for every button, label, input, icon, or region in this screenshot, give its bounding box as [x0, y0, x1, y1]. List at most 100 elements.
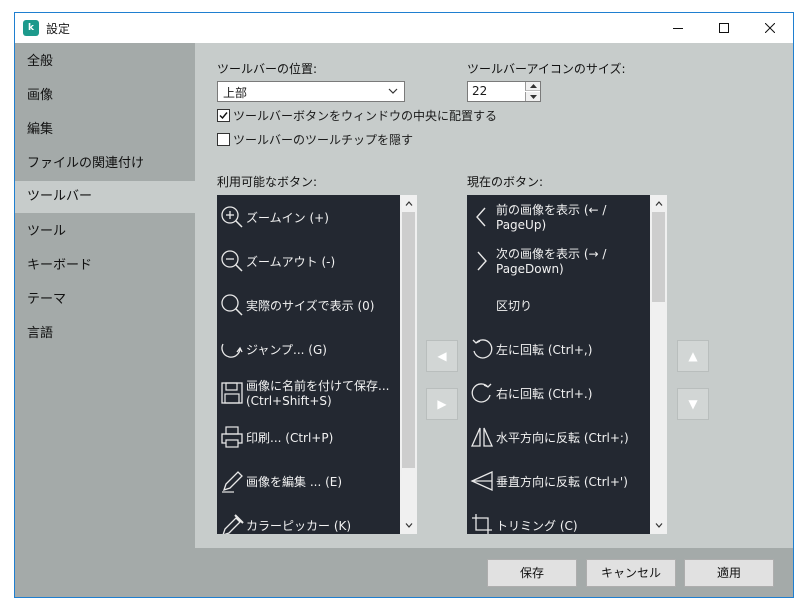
maximize-button[interactable]: [701, 13, 747, 43]
list-item-label: トリミング (C): [496, 518, 578, 533]
checkmark-icon: [219, 112, 228, 120]
cancel-button[interactable]: キャンセル: [586, 559, 676, 587]
jump-icon: [221, 343, 243, 358]
toolbar-position-label: ツールバーの位置:: [217, 62, 318, 76]
toolbar-settings-panel: ツールバーの位置: 上部 ツールバーアイコンのサイズ: 22 ツールバーボタンを…: [195, 43, 793, 548]
sidebar-item-file-associations[interactable]: ファイルの関連付け: [15, 149, 195, 179]
hide-tooltips-option[interactable]: ツールバーのツールチップを隠す: [217, 131, 417, 147]
sidebar-item-keyboard[interactable]: キーボード: [15, 251, 195, 281]
list-item[interactable]: 画像を編集 ... (E): [217, 460, 399, 504]
list-item-label: 水平方向に反転 (Ctrl+;): [496, 430, 629, 445]
list-item[interactable]: 前の画像を表示 (← / PageUp): [467, 196, 649, 240]
save-button[interactable]: 保存: [487, 559, 577, 587]
rotate-left-icon: [472, 339, 493, 359]
icon-size-value: 22: [472, 84, 488, 98]
toolbar-position-select[interactable]: 上部: [217, 81, 405, 102]
sidebar-item-edit[interactable]: 編集: [15, 115, 195, 145]
scroll-down-icon: [405, 523, 412, 528]
list-item[interactable]: トリミング (C): [467, 504, 649, 534]
scroll-up-button[interactable]: [650, 195, 667, 212]
available-buttons-list[interactable]: ズームイン (+) ズームアウト (-) 実際のサイズで表示 (0) ジャンプ.…: [217, 195, 417, 534]
current-list-scrollbar[interactable]: [650, 195, 667, 534]
icon-size-label: ツールバーアイコンのサイズ:: [467, 62, 626, 76]
separator-icon: [470, 292, 494, 318]
crop-icon: [472, 514, 492, 534]
arrow-right-icon: ▶: [437, 397, 447, 411]
available-buttons-label: 利用可能なボタン:: [217, 175, 318, 189]
scroll-up-button[interactable]: [400, 195, 417, 212]
spin-up-button[interactable]: [525, 82, 540, 91]
list-item[interactable]: 垂直方向に反転 (Ctrl+'): [467, 460, 649, 504]
print-icon: [221, 426, 243, 448]
hide-tooltips-label: ツールバーのツールチップを隠す: [233, 133, 414, 147]
next-image-icon: [477, 251, 487, 271]
current-buttons-list[interactable]: 前の画像を表示 (← / PageUp) 次の画像を表示 (→ / PageDo…: [467, 195, 667, 534]
zoom-out-icon: [221, 250, 243, 272]
apply-button[interactable]: 適用: [684, 559, 774, 587]
list-item[interactable]: 次の画像を表示 (→ / PageDown): [467, 240, 649, 284]
close-button[interactable]: [747, 13, 793, 43]
sidebar-item-tools[interactable]: ツール: [15, 217, 195, 247]
sidebar-item-general[interactable]: 全般: [15, 47, 195, 77]
icon-size-spinner[interactable]: 22: [467, 81, 541, 102]
toolbar-position-value: 上部: [223, 86, 248, 100]
zoom-in-icon: [221, 206, 243, 228]
list-item[interactable]: 印刷... (Ctrl+P): [217, 416, 399, 460]
sidebar-item-toolbar[interactable]: ツールバー: [15, 181, 195, 213]
list-item-label: 画像に名前を付けて保存... (Ctrl+Shift+S): [246, 379, 390, 408]
list-item-label: 左に回転 (Ctrl+,): [496, 342, 593, 357]
list-item[interactable]: 実際のサイズで表示 (0): [217, 284, 399, 328]
list-item-label: ジャンプ... (G): [246, 342, 327, 357]
move-up-button[interactable]: ▲: [677, 340, 709, 372]
list-item-label: 印刷... (Ctrl+P): [246, 430, 334, 445]
edit-image-icon: [222, 471, 243, 493]
list-item-label: 前の画像を表示 (← / PageUp): [496, 203, 607, 232]
list-item[interactable]: ズームイン (+): [217, 196, 399, 240]
settings-window: k 設定 全般 画像 編集 ファイルの関連付け ツールバー ツール キーボード …: [14, 12, 794, 598]
list-item[interactable]: 左に回転 (Ctrl+,): [467, 328, 649, 372]
arrow-left-icon: ◀: [437, 349, 447, 363]
list-item[interactable]: ジャンプ... (G): [217, 328, 399, 372]
scroll-thumb[interactable]: [402, 212, 415, 468]
rotate-right-icon: [471, 383, 492, 403]
minimize-button[interactable]: [655, 13, 701, 43]
available-list-scrollbar[interactable]: [400, 195, 417, 534]
scroll-down-icon: [655, 523, 662, 528]
list-item[interactable]: 水平方向に反転 (Ctrl+;): [467, 416, 649, 460]
list-item[interactable]: 画像に名前を付けて保存... (Ctrl+Shift+S): [217, 372, 399, 416]
save-as-icon: [221, 382, 243, 404]
add-button[interactable]: ▶: [426, 388, 458, 420]
maximize-icon: [719, 23, 729, 33]
spin-down-icon: [529, 94, 537, 99]
spin-up-icon: [529, 84, 537, 88]
move-down-button[interactable]: ▼: [677, 388, 709, 420]
scroll-down-button[interactable]: [400, 517, 417, 534]
scroll-down-button[interactable]: [650, 517, 667, 534]
center-buttons-option[interactable]: ツールバーボタンをウィンドウの中央に配置する: [217, 107, 497, 123]
list-item[interactable]: カラーピッカー (K): [217, 504, 399, 534]
remove-button[interactable]: ◀: [426, 340, 458, 372]
sidebar-item-language[interactable]: 言語: [15, 319, 195, 349]
current-buttons-label: 現在のボタン:: [467, 175, 544, 189]
scroll-thumb[interactable]: [652, 212, 665, 302]
previous-image-icon: [476, 207, 486, 227]
color-picker-icon: [222, 514, 244, 534]
list-item[interactable]: 右に回転 (Ctrl+.): [467, 372, 649, 416]
flip-vertical-icon: [470, 470, 493, 492]
actual-size-icon: [221, 294, 243, 316]
list-item-label: 右に回転 (Ctrl+.): [496, 386, 593, 401]
scroll-up-icon: [405, 201, 412, 206]
list-item-label: ズームアウト (-): [246, 254, 336, 269]
arrow-up-icon: ▲: [688, 349, 698, 363]
spin-down-button[interactable]: [525, 92, 540, 101]
hide-tooltips-checkbox[interactable]: [217, 133, 230, 146]
list-item[interactable]: ズームアウト (-): [217, 240, 399, 284]
list-item-label: カラーピッカー (K): [246, 518, 352, 533]
chevron-down-icon: [388, 88, 398, 94]
list-item-label: 区切り: [496, 298, 533, 313]
list-item[interactable]: 区切り: [467, 284, 649, 328]
dialog-footer: 保存 キャンセル 適用: [195, 548, 793, 597]
center-buttons-checkbox[interactable]: [217, 109, 230, 122]
sidebar-item-image[interactable]: 画像: [15, 81, 195, 111]
sidebar-item-theme[interactable]: テーマ: [15, 285, 195, 315]
